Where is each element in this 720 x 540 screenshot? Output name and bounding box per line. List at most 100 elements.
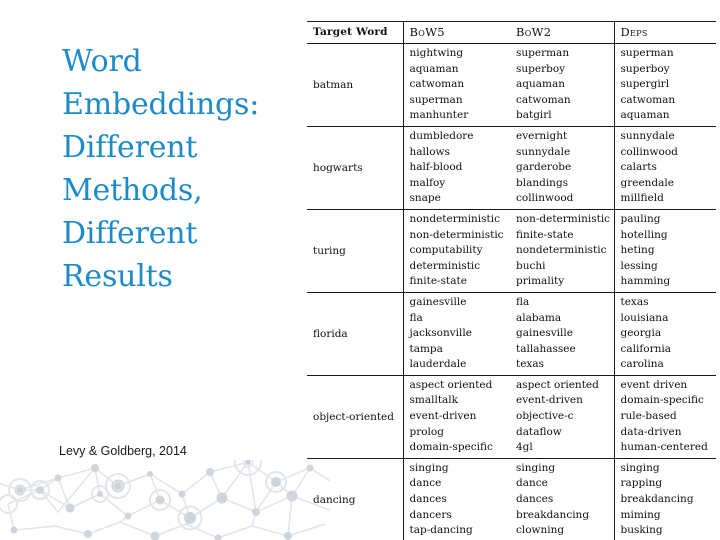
title-line-1: Word <box>62 44 142 79</box>
neighbor-word: jacksonville <box>409 327 472 340</box>
neighbor-word: aquaman <box>516 78 565 91</box>
neighbor-word-list: nondeterministic non-deterministic computa… <box>410 212 511 290</box>
neighbor-word: non-deterministic <box>409 228 504 241</box>
target-word-cell: dancing <box>307 458 403 540</box>
neighbor-word: calarts <box>620 161 657 174</box>
title-line-3: Different <box>62 130 198 165</box>
neighbor-word: busking <box>620 524 663 537</box>
neighbors-cell-bow2: singing dance dances breakdancing clowning <box>510 458 614 540</box>
title-line-4: Methods, <box>62 173 203 208</box>
neighbor-word: aquaman <box>620 109 670 122</box>
target-word-cell: object-oriented <box>307 375 403 459</box>
neighbor-word: deterministic <box>409 259 481 272</box>
neighbor-word: rapping <box>620 477 663 490</box>
neighbor-word: primality <box>516 275 565 288</box>
neighbor-word: dumbledore <box>409 129 474 142</box>
neighbor-word: 4gl <box>516 441 533 454</box>
neighbor-word: texas <box>516 358 545 371</box>
neighbor-word: dance <box>516 477 548 490</box>
neighbor-word: alabama <box>516 311 562 324</box>
neighbor-word: breakdancing <box>516 508 590 521</box>
neighbor-word: catwoman <box>516 93 571 106</box>
neighbor-word: sunnydale <box>620 129 675 142</box>
neighbor-word-list: event driven domain-specific rule-based dat… <box>621 378 717 456</box>
network-decoration-graphic <box>0 460 330 540</box>
title-line-2: Embeddings: <box>62 87 260 122</box>
neighbor-word: hamming <box>620 275 671 288</box>
neighbor-word-list: superman superboy supergirl catwoman aquaman <box>621 46 717 124</box>
neighbor-word: dances <box>409 493 447 506</box>
neighbor-word: louisiana <box>620 311 669 324</box>
table-row: hogwarts dumbledore hallows half-blood malfo… <box>307 126 716 210</box>
column-header-target-word: Target Word <box>307 21 403 44</box>
column-header-bow5: BoW5 <box>402 21 510 44</box>
neighbor-word: evernight <box>516 129 568 142</box>
slide-canvas: Word Embeddings: Different Methods, Diff… <box>0 0 720 540</box>
neighbor-word-list: texas louisiana georgia california carolina <box>621 295 717 373</box>
table-header: Target Word BoW5 BoW2 Deps <box>307 21 716 44</box>
neighbor-word: event-driven <box>409 410 477 423</box>
neighbor-word: hotelling <box>620 228 668 241</box>
neighbor-word: aspect oriented <box>409 378 493 391</box>
neighbor-word-list: aspect oriented smalltalk event-driven prol… <box>410 378 511 456</box>
table-row: dancing singing dance dances dancers tap-danc… <box>307 458 716 540</box>
neighbor-word: dataflow <box>516 425 562 438</box>
neighbor-word-list: singing dance dances breakdancing clowning <box>516 461 614 539</box>
neighbor-word: prolog <box>409 425 444 438</box>
neighbor-word: dances <box>516 493 554 506</box>
title-line-6: Results <box>62 259 173 294</box>
neighbors-cell-bow5: dumbledore hallows half-blood malfoy snape <box>402 126 511 210</box>
neighbor-word: breakdancing <box>620 493 694 506</box>
neighbor-word: gainesville <box>409 295 467 308</box>
neighbor-word: aspect oriented <box>516 378 599 391</box>
neighbor-word: non-deterministic <box>516 212 611 225</box>
neighbor-word: supergirl <box>620 78 670 91</box>
neighbor-word: rule-based <box>620 410 677 423</box>
neighbor-word: texas <box>620 295 649 308</box>
neighbor-word: nondeterministic <box>409 212 501 225</box>
neighbors-cell-deps: superman superboy supergirl catwoman aquaman <box>613 43 717 127</box>
neighbor-word: heting <box>620 244 655 257</box>
neighbors-cell-deps: texas louisiana georgia california carolina <box>613 292 717 376</box>
target-word-cell: batman <box>307 43 403 127</box>
neighbor-word: superman <box>516 47 570 59</box>
neighbor-word: fla <box>516 295 530 308</box>
neighbor-word: singing <box>620 461 660 474</box>
neighbor-word: smalltalk <box>409 394 459 407</box>
neighbor-word: domain-specific <box>620 394 704 407</box>
column-header-deps: Deps <box>613 21 716 44</box>
neighbor-word: tallahassee <box>516 342 576 355</box>
neighbors-cell-deps: singing rapping breakdancing miming busking <box>613 458 717 540</box>
neighbors-cell-bow2: aspect oriented event-driven objective-c da… <box>510 375 614 459</box>
neighbor-word-list: gainesville fla jacksonville tampa lauderdal… <box>410 295 511 373</box>
neighbor-word: catwoman <box>620 93 676 106</box>
neighbor-word: snape <box>409 192 441 205</box>
results-table-container: Target Word BoW5 BoW2 Deps batman nightwi… <box>307 21 716 540</box>
neighbor-word: tap-dancing <box>409 524 473 537</box>
neighbor-word-list: aspect oriented event-driven objective-c da… <box>516 378 614 456</box>
table-row: turing nondeterministic non-deterministic c… <box>307 209 716 293</box>
neighbor-word: millfield <box>620 192 664 205</box>
neighbor-word: dance <box>409 477 442 490</box>
neighbors-cell-deps: event driven domain-specific rule-based dat… <box>613 375 717 459</box>
word-neighbors-table: Target Word BoW5 BoW2 Deps batman nightwi… <box>307 21 716 540</box>
neighbor-word: garderobe <box>516 161 572 174</box>
neighbor-word-list: singing rapping breakdancing miming busking <box>621 461 717 539</box>
neighbors-cell-bow2: evernight sunnydale garderobe blandings coll… <box>510 126 614 210</box>
title-line-5: Different <box>62 216 198 251</box>
neighbor-word: tampa <box>409 342 443 355</box>
citation-text: Levy & Goldberg, 2014 <box>59 444 187 458</box>
neighbor-word: miming <box>620 508 661 521</box>
table-row: batman nightwing aquaman catwoman superman ma… <box>307 43 717 127</box>
neighbor-word-list: dumbledore hallows half-blood malfoy snape <box>410 129 511 207</box>
neighbor-word: manhunter <box>409 109 469 122</box>
neighbor-word: finite-state <box>516 228 574 241</box>
neighbor-word: aquaman <box>409 62 459 75</box>
neighbor-word-list: evernight sunnydale garderobe blandings coll… <box>516 129 614 207</box>
neighbor-word: singing <box>516 461 556 474</box>
neighbor-word: georgia <box>620 327 662 340</box>
table-row: florida gainesville fla jacksonville tampa la… <box>307 292 717 376</box>
neighbors-cell-bow5: nondeterministic non-deterministic computa… <box>402 209 511 293</box>
neighbors-cell-bow5: aspect oriented smalltalk event-driven prol… <box>402 375 511 459</box>
neighbor-word: superboy <box>620 62 670 75</box>
